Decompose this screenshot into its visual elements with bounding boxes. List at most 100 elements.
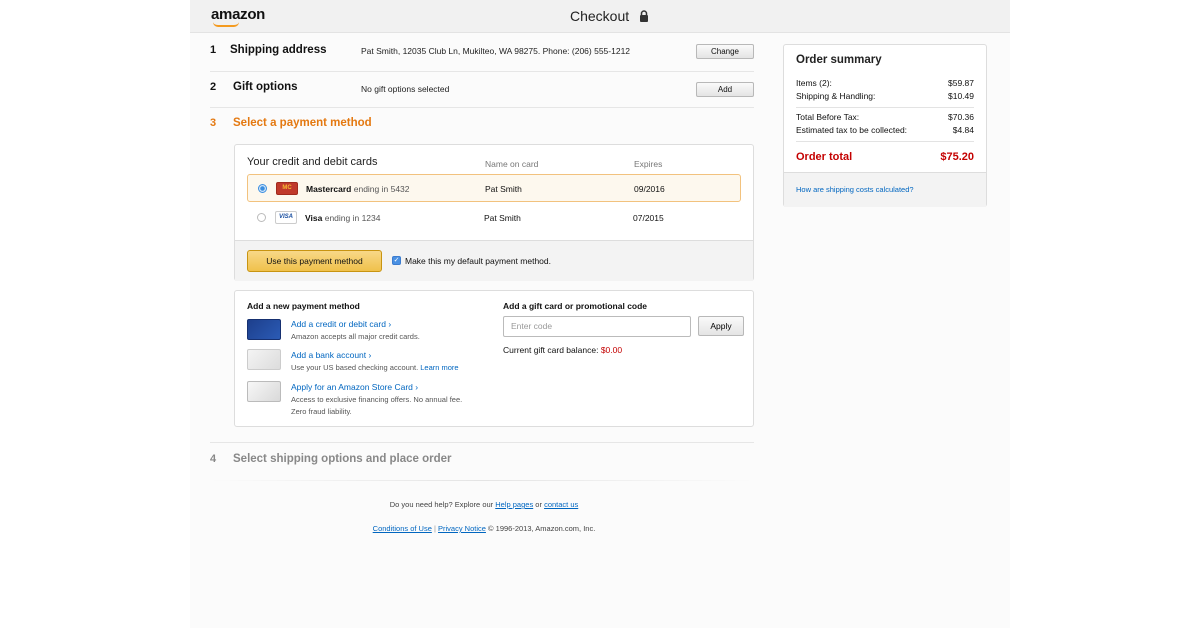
use-payment-method-button[interactable]: Use this payment method [247,250,382,272]
gift-options-text: No gift options selected [361,84,450,94]
tax-label: Estimated tax to be collected: [796,125,908,135]
default-payment-label: Make this my default payment method. [405,256,551,266]
tax-value: $4.84 [952,125,974,135]
before-tax-label: Total Before Tax: [796,112,860,122]
step-title: Gift options [233,81,298,93]
step-shipping-options: 4 Select shipping options and place orde… [210,453,754,469]
order-summary-title: Order summary [796,54,882,66]
card-row-mastercard[interactable]: MC Mastercard ending in 5432 Pat Smith 0… [247,174,741,202]
privacy-notice-link[interactable]: Privacy Notice [438,524,486,533]
step-title: Select shipping options and place order [233,453,452,465]
apply-code-button[interactable]: Apply [698,316,744,336]
divider [210,107,754,108]
credit-card-icon [247,319,281,340]
step-payment-method: 3 Select a payment method [210,117,754,133]
store-card-subtext: Access to exclusive financing offers. No… [291,395,463,404]
promo-code-input[interactable]: Enter code [503,316,691,337]
radio-button-selected[interactable] [258,184,267,193]
radio-button[interactable] [257,213,266,222]
summary-row-items: Items (2): $59.87 [796,78,974,88]
divider [210,480,754,481]
footer-separator: | [433,524,436,533]
card-description: Mastercard ending in 5432 [306,184,410,194]
column-header-expires: Expires [634,159,663,169]
order-total-label: Order total [796,151,853,163]
add-payment-panel: Add a new payment method Add a credit or… [234,290,754,427]
step-number: 1 [210,44,217,56]
amazon-logo[interactable]: amazon [211,6,265,23]
help-pages-link[interactable]: Help pages [495,500,533,509]
add-bank-link-text[interactable]: Add a bank account [291,350,366,360]
or-text: or [535,500,542,509]
conditions-of-use-link[interactable]: Conditions of Use [373,524,432,533]
balance-label: Current gift card balance: [503,345,599,355]
step-title: Select a payment method [233,117,372,129]
card-description: Visa ending in 1234 [305,213,381,223]
store-card-link-text[interactable]: Apply for an Amazon Store Card [291,382,413,392]
summary-divider [796,107,974,108]
visa-icon: VISA [275,211,297,224]
card-holder-name: Pat Smith [485,184,522,194]
add-card-subtext: Amazon accepts all major credit cards. [291,332,420,341]
checkout-page: amazon Checkout 1 Shipping address Pat S… [190,0,1010,628]
add-bank-subtext-text: Use your US based checking account. [291,363,419,372]
default-payment-checkbox[interactable]: ✓ [392,256,401,265]
help-footer: Do you need help? Explore our Help pages… [190,500,778,509]
summary-footer: How are shipping costs calculated? [784,172,986,207]
learn-more-link[interactable]: Learn more [420,363,458,372]
card-expiry: 07/2015 [633,213,664,223]
saved-cards-panel: Your credit and debit cards Name on card… [234,144,754,281]
card-expiry: 09/2016 [634,184,665,194]
add-card-link[interactable]: Add a credit or debit card › [291,319,391,329]
card-ending: ending in 5432 [353,184,410,194]
mastercard-icon: MC [276,182,298,195]
store-card-icon [247,381,281,402]
contact-us-link[interactable]: contact us [544,500,578,509]
store-card-link[interactable]: Apply for an Amazon Store Card › [291,382,418,392]
store-card-subtext-2: Zero fraud liability. [291,407,352,416]
change-address-button[interactable]: Change [696,44,754,59]
cards-heading: Your credit and debit cards [247,156,378,168]
divider [210,442,754,443]
shipping-costs-link[interactable]: How are shipping costs calculated? [796,185,914,194]
help-text: Do you need help? Explore our [389,500,494,509]
column-header-name: Name on card [485,159,539,169]
page-title: Checkout [570,8,630,24]
add-bank-link[interactable]: Add a bank account › [291,350,371,360]
summary-row-tax: Estimated tax to be collected: $4.84 [796,125,974,135]
step-shipping-address: 1 Shipping address Pat Smith, 12035 Club… [210,44,754,60]
balance-value: $0.00 [600,345,623,355]
amazon-smile-icon [213,22,239,27]
before-tax-value: $70.36 [948,112,974,122]
gift-card-heading: Add a gift card or promotional code [503,301,648,311]
order-total: Order total $75.20 [796,151,974,163]
items-label: Items (2): [796,78,832,88]
header-bar: amazon Checkout [190,0,1010,33]
step-gift-options: 2 Gift options No gift options selected … [210,81,754,97]
legal-footer: Conditions of Use | Privacy Notice © 199… [190,524,778,533]
step-number: 4 [210,453,217,465]
card-brand: Visa [305,213,323,223]
card-brand: Mastercard [306,184,352,194]
add-gift-options-button[interactable]: Add [696,82,754,97]
add-card-link-text[interactable]: Add a credit or debit card [291,319,386,329]
shipping-label: Shipping & Handling: [796,91,876,101]
add-bank-subtext: Use your US based checking account. Lear… [291,363,459,372]
bank-check-icon [247,349,281,370]
items-value: $59.87 [948,78,974,88]
order-summary-panel: Order summary Items (2): $59.87 Shipping… [783,44,987,207]
step-number: 3 [210,117,217,129]
shipping-value: $10.49 [948,91,974,101]
lock-icon [640,10,648,22]
shipping-address-text: Pat Smith, 12035 Club Ln, Mukilteo, WA 9… [361,46,631,56]
card-holder-name: Pat Smith [484,213,521,223]
step-number: 2 [210,81,217,93]
copyright-text: © 1996-2013, Amazon.com, Inc. [488,524,596,533]
card-ending: ending in 1234 [324,213,381,223]
summary-row-shipping: Shipping & Handling: $10.49 [796,91,974,101]
gift-card-balance: Current gift card balance: $0.00 [503,345,622,355]
order-total-value: $75.20 [940,151,974,163]
summary-row-before-tax: Total Before Tax: $70.36 [796,112,974,122]
card-row-visa[interactable]: VISA Visa ending in 1234 Pat Smith 07/20… [247,204,741,232]
add-payment-heading: Add a new payment method [247,301,360,311]
